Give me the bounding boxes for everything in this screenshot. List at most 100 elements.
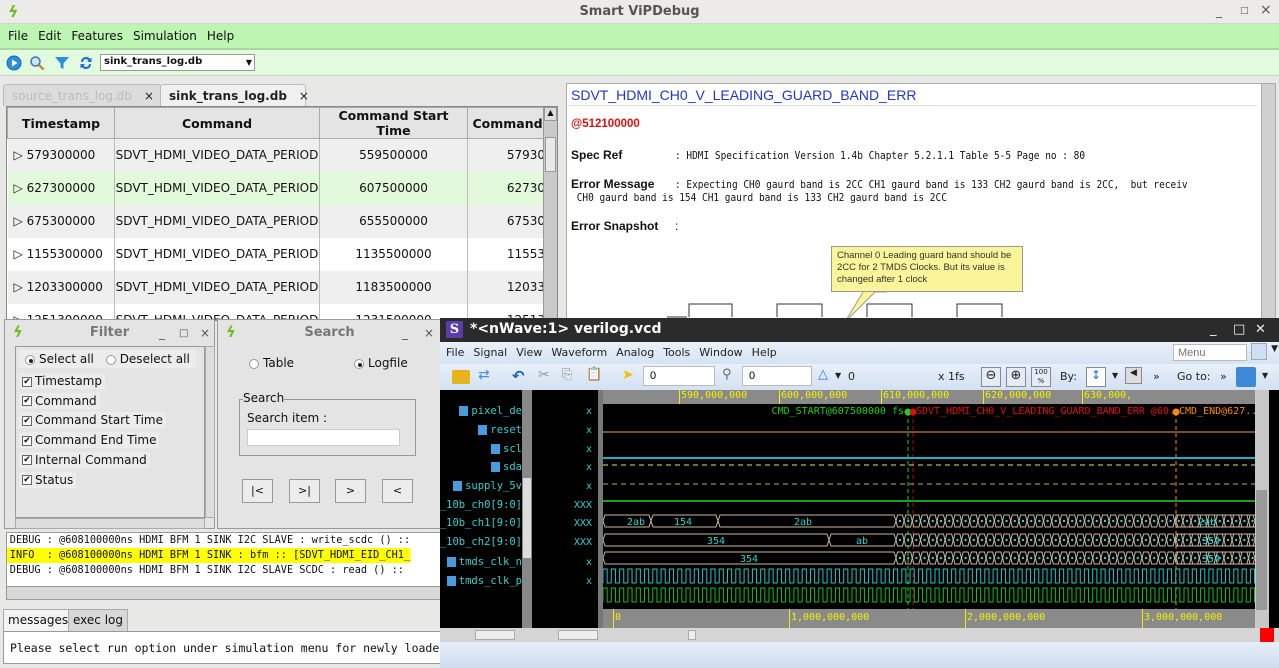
filter-checkbox[interactable]: ✔ Timestamp — [19, 373, 105, 389]
copy-icon[interactable]: ⎘ — [562, 367, 572, 386]
signal-panel-scrollbar[interactable] — [522, 390, 532, 628]
minimize-button[interactable]: _ — [159, 326, 165, 340]
filter-checkbox[interactable]: ✔ Command — [19, 392, 100, 409]
chevron-down-icon[interactable]: ▼ — [1112, 371, 1118, 390]
column-header-timestamp[interactable]: Timestamp — [7, 107, 115, 139]
expand-icon[interactable]: ▷ — [14, 181, 23, 195]
expand-icon[interactable]: ▷ — [14, 148, 23, 162]
menu-features[interactable]: Features — [66, 24, 128, 43]
detail-scrollbar[interactable] — [1261, 84, 1275, 322]
menu-simulation[interactable]: Simulation — [128, 24, 202, 43]
search-prev-icon[interactable]: ◀ — [1125, 367, 1142, 384]
signal-name[interactable]: sda — [491, 461, 522, 473]
column-header-command[interactable]: Command — [114, 107, 320, 139]
expand-icon[interactable]: ▷ — [14, 247, 23, 261]
table-row[interactable]: ▷ 675300000 SDVT_HDMI_VIDEO_DATA_PERIOD … — [7, 204, 548, 238]
filter-checkbox[interactable]: ✔ Command Start Time — [19, 412, 166, 429]
menu-help[interactable]: Help — [202, 24, 239, 43]
table-row[interactable]: ▷ 627300000 SDVT_HDMI_VIDEO_DATA_PERIOD … — [7, 171, 548, 205]
signal-name[interactable]: pixel_de — [459, 405, 522, 417]
zoom-in-icon[interactable]: ⊕ — [1006, 367, 1026, 387]
open-folder-icon[interactable] — [452, 370, 470, 384]
filter-hscrollbar[interactable] — [15, 518, 205, 529]
delta-icon[interactable]: △ — [818, 367, 828, 386]
table-row[interactable]: ▷ 1155300000 SDVT_HDMI_VIDEO_DATA_PERIOD… — [7, 237, 548, 271]
nw-menu-window[interactable]: Window — [693, 342, 745, 359]
filter-scrollbar[interactable] — [205, 346, 215, 518]
signal-name[interactable]: _10b_ch2[9:0] — [440, 536, 522, 548]
undo-icon[interactable]: ↶ — [512, 367, 525, 386]
nw-menu-view[interactable]: View — [510, 342, 545, 359]
last-button[interactable]: >| — [289, 479, 320, 503]
menu-search-input[interactable] — [1173, 344, 1247, 361]
zoom-out-icon[interactable]: ⊖ — [981, 367, 1001, 387]
chevron-down-icon[interactable]: ▼ — [1262, 371, 1268, 390]
deselect-all-radio[interactable]: Deselect all — [105, 352, 190, 366]
nw-menu-tools[interactable]: Tools — [657, 342, 693, 359]
prev-button[interactable]: < — [382, 479, 413, 503]
filter-checkbox[interactable]: ✔ Internal Command — [19, 451, 150, 468]
refresh-icon[interactable] — [78, 55, 94, 71]
column-header-start-time[interactable]: Command Start Time — [319, 107, 468, 139]
signal-name[interactable]: tmds_clk_p — [446, 575, 522, 587]
cursor-time-input[interactable] — [643, 366, 715, 386]
close-button[interactable]: × — [200, 326, 210, 340]
chevron-down-icon[interactable]: ▼ — [835, 371, 841, 390]
tab-sink-trans-log[interactable]: sink_trans_log.db × — [160, 84, 309, 106]
minimize-button[interactable]: _ — [1210, 322, 1217, 337]
log-hscrollbar[interactable] — [6, 586, 442, 600]
menu-file[interactable]: File — [0, 24, 33, 43]
table-radio[interactable]: Table — [249, 356, 294, 370]
column-header-end-time[interactable]: Command — [467, 107, 548, 139]
minimize-button[interactable]: _ — [1216, 4, 1222, 18]
menu-search-icon[interactable] — [1251, 343, 1267, 360]
filter-checkbox[interactable]: ✔ Status — [19, 471, 77, 488]
maximize-button[interactable]: □ — [1240, 6, 1249, 16]
search-by-icon[interactable]: ↕ — [1086, 367, 1106, 387]
zoom-fit-icon[interactable]: 100% — [1031, 367, 1051, 387]
close-tab-icon[interactable]: × — [144, 89, 154, 103]
logfile-radio[interactable]: Logfile — [354, 356, 408, 370]
scrollbar-thumb[interactable] — [545, 137, 556, 172]
search-icon[interactable] — [29, 55, 45, 71]
marker-time-input[interactable] — [742, 366, 812, 386]
first-button[interactable]: |< — [242, 479, 273, 503]
table-row[interactable]: ▷ 1203300000 SDVT_HDMI_VIDEO_DATA_PERIOD… — [7, 270, 548, 304]
nw-menu-help[interactable]: Help — [746, 342, 780, 359]
maximize-button[interactable]: □ — [1233, 322, 1245, 337]
signal-name[interactable]: tmds_clk_n — [446, 556, 522, 568]
maximize-button[interactable]: □ — [179, 328, 188, 339]
waveform-scrollbar[interactable] — [1255, 390, 1269, 628]
signal-name[interactable]: supply_5v — [453, 480, 522, 492]
marker-icon[interactable]: ⚲ — [722, 367, 732, 386]
nw-menu-signal[interactable]: Signal — [467, 342, 510, 359]
goto-icon[interactable] — [1236, 367, 1256, 387]
signal-name[interactable]: scl — [491, 443, 522, 455]
select-all-radio[interactable]: Select all — [25, 352, 94, 366]
signal-name[interactable]: _10b_ch0[9:0] — [440, 499, 522, 511]
signal-name[interactable]: reset — [478, 424, 522, 436]
tab-messages[interactable]: messages — [3, 609, 74, 631]
minimize-button[interactable]: _ — [402, 326, 408, 340]
scroll-up-icon[interactable]: ▲ — [544, 107, 557, 121]
close-button[interactable]: ✕ — [1255, 322, 1266, 337]
more-icon[interactable]: » — [1220, 370, 1227, 389]
search-item-input[interactable] — [247, 429, 400, 446]
chevron-down-icon[interactable]: ▼ — [1271, 344, 1278, 354]
tab-exec-log[interactable]: exec log — [68, 609, 128, 631]
next-button[interactable]: > — [335, 479, 366, 503]
more-icon[interactable]: » — [1153, 370, 1160, 389]
tab-source-trans-log[interactable]: source_trans_log.db × — [3, 84, 161, 106]
close-button[interactable]: × — [1260, 2, 1272, 18]
close-tab-icon[interactable]: × — [299, 89, 309, 103]
nwave-hscrollbar[interactable] — [440, 628, 1279, 642]
nw-menu-file[interactable]: File — [440, 342, 467, 359]
cut-icon[interactable]: ✂ — [538, 367, 550, 386]
expand-icon[interactable]: ▷ — [14, 280, 23, 294]
paste-icon[interactable]: 📋 — [586, 367, 602, 386]
table-scrollbar[interactable]: ▲ — [543, 107, 557, 320]
expand-icon[interactable]: ▷ — [14, 214, 23, 228]
pointer-icon[interactable]: ➤ — [622, 367, 634, 386]
nw-menu-analog[interactable]: Analog — [610, 342, 657, 359]
run-icon[interactable] — [6, 55, 22, 71]
